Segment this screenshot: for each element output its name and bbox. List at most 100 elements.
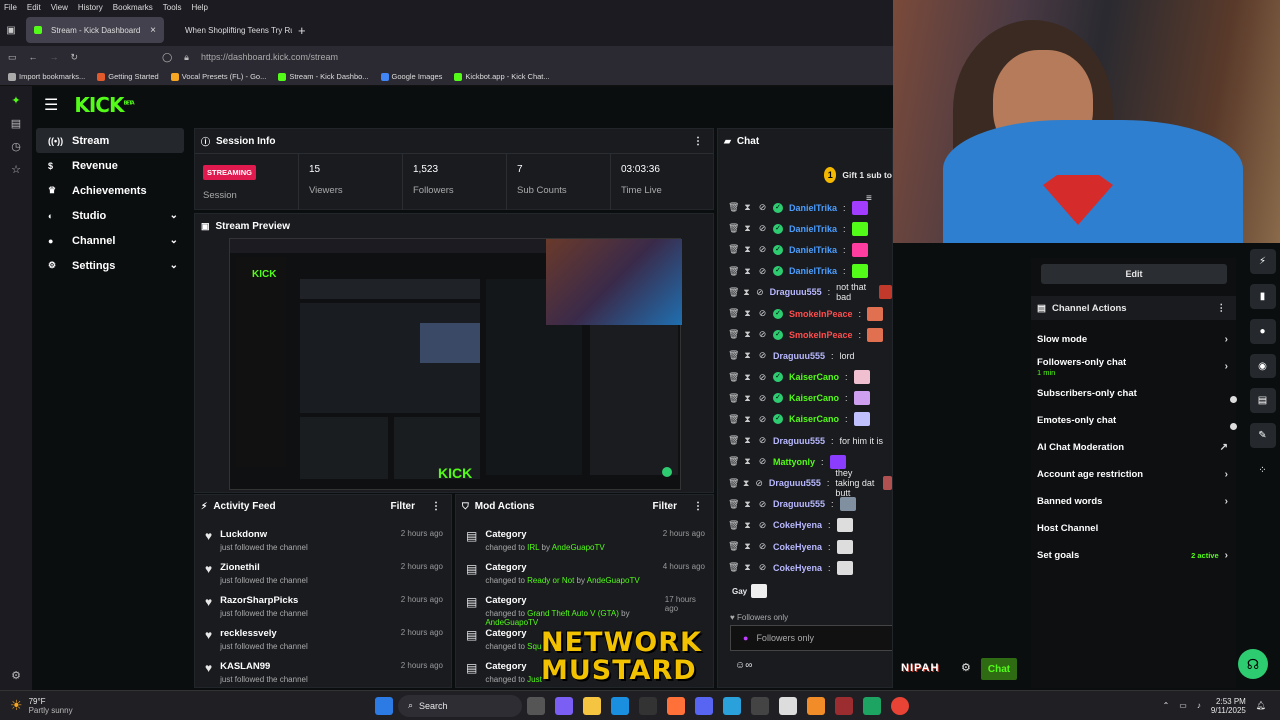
chat-username[interactable]: Mattyonly	[773, 457, 815, 467]
ban-icon[interactable]: ⊘	[758, 520, 767, 531]
trash-icon[interactable]: 🗑︎	[728, 329, 739, 340]
app-icon[interactable]	[863, 696, 881, 715]
bookmark-item[interactable]: Import bookmarks...	[8, 72, 85, 81]
quick-actions-icon[interactable]: ⚡︎	[1249, 249, 1276, 274]
gift-banner[interactable]: 1 Gift 1 sub to	[718, 153, 892, 197]
mod-user[interactable]: AndeGuapoTV	[485, 618, 538, 627]
chat-username[interactable]: CokeHyena	[773, 563, 822, 573]
network-icon[interactable]: ▭	[1179, 701, 1187, 710]
start-icon[interactable]	[375, 696, 393, 715]
notification-icon[interactable]: 🔔︎	[1256, 701, 1266, 710]
ban-icon[interactable]: ⊘	[758, 372, 767, 383]
chat-username[interactable]: SmokeInPeace	[789, 330, 853, 340]
customize-icon[interactable]: ⚙	[11, 669, 21, 682]
nav-item-achievements[interactable]: ♛ Achievements	[36, 178, 184, 203]
close-tab-icon[interactable]: ×	[150, 25, 156, 36]
chat-username[interactable]: Draguuu555	[770, 287, 822, 297]
bookmark-star-icon[interactable]: ☆	[11, 163, 21, 176]
ban-icon[interactable]: ⊘	[758, 393, 767, 404]
trash-icon[interactable]: 🗑︎	[728, 456, 739, 467]
new-tab-icon[interactable]: +	[298, 23, 306, 38]
menu-item-file[interactable]: File	[4, 3, 17, 12]
chat-username[interactable]: SmokeInPeace	[789, 309, 853, 319]
menu-item-help[interactable]: Help	[191, 3, 207, 12]
app-icon[interactable]	[751, 696, 769, 715]
trash-icon[interactable]: 🗑︎	[728, 350, 739, 361]
nav-item-stream[interactable]: ((•)) Stream	[36, 128, 184, 153]
taskbar-search[interactable]: ⌕ Search	[398, 694, 522, 717]
timeout-icon[interactable]: ⧗	[743, 308, 752, 319]
ban-icon[interactable]: ⊘	[758, 414, 767, 425]
activity-user[interactable]: RazorSharpPicks	[220, 595, 308, 606]
chevron-up-icon[interactable]: ⌃	[1163, 701, 1170, 710]
ban-icon[interactable]: ⊘	[758, 435, 767, 446]
ban-icon[interactable]: ⊘	[758, 223, 767, 234]
timeout-icon[interactable]: ⧗	[743, 499, 752, 510]
timeout-icon[interactable]: ⧗	[743, 329, 752, 340]
activity-filter-button[interactable]: Filter	[391, 501, 415, 512]
chat-icon[interactable]: ●	[1249, 318, 1276, 344]
menu-item-bookmarks[interactable]: Bookmarks	[113, 3, 153, 12]
chat-username[interactable]: CokeHyena	[773, 542, 822, 552]
mod-target[interactable]: Just	[527, 675, 542, 684]
timeout-icon[interactable]: ⧗	[743, 435, 752, 446]
channel-action-set-goals[interactable]: Set goals 2 active ›	[1031, 542, 1236, 569]
layout-icon[interactable]: ▤	[1249, 388, 1276, 414]
timeout-icon[interactable]: ⧗	[743, 202, 752, 213]
timeout-icon[interactable]: ⧗	[743, 223, 752, 234]
channel-action-host-channel[interactable]: Host Channel	[1031, 515, 1236, 542]
chat-username[interactable]: Draguuu555	[773, 499, 825, 509]
nav-item-studio[interactable]: ◐ Studio ⌄	[36, 203, 184, 228]
mod-user[interactable]: AndeGuapoTV	[552, 543, 605, 552]
chat-username[interactable]: KaiserCano	[789, 414, 839, 424]
timeout-icon[interactable]: ⧗	[743, 244, 752, 255]
ban-icon[interactable]: ⊘	[758, 456, 767, 467]
chat-username[interactable]: DanielTrika	[789, 203, 837, 213]
chat-username[interactable]: DanielTrika	[789, 224, 837, 234]
trash-icon[interactable]: 🗑︎	[728, 414, 739, 425]
timeout-icon[interactable]: ⧗	[743, 287, 750, 298]
chrome-icon[interactable]	[891, 696, 909, 715]
clock[interactable]: 2:53 PM 9/11/2025	[1211, 697, 1246, 715]
timeout-icon[interactable]: ⧗	[743, 414, 752, 425]
timeout-icon[interactable]: ⧗	[743, 562, 752, 573]
obs-icon[interactable]	[779, 696, 797, 715]
ban-icon[interactable]: ⊘	[756, 287, 764, 298]
synced-tabs-icon[interactable]: ▤	[11, 117, 21, 130]
menu-item-tools[interactable]: Tools	[163, 3, 182, 12]
ban-icon[interactable]: ⊘	[758, 499, 767, 510]
discord-icon[interactable]	[695, 696, 713, 715]
bookmark-item[interactable]: Google Images	[380, 72, 442, 81]
nav-item-settings[interactable]: ⚙ Settings ⌄	[36, 253, 184, 278]
more-icon[interactable]: ⋮	[1217, 303, 1227, 314]
channel-action-subscribers-only-chat[interactable]: Subscribers-only chat	[1031, 380, 1236, 407]
wrench-icon[interactable]: ✎	[1249, 423, 1276, 449]
reload-icon[interactable]: ↻	[71, 52, 79, 63]
timeout-icon[interactable]: ⧗	[743, 372, 752, 383]
grid-icon[interactable]: ⁘	[1250, 458, 1276, 483]
chat-username[interactable]: CokeHyena	[773, 520, 822, 530]
mod-user[interactable]: AndeGuapoTV	[587, 576, 640, 585]
ban-icon[interactable]: ⊘	[758, 350, 767, 361]
timeout-icon[interactable]: ⧗	[743, 456, 752, 467]
sidebar-toggle-icon[interactable]: ▭	[8, 52, 17, 63]
channel-action-followers-only-chat[interactable]: Followers-only chat 1 min ›	[1031, 353, 1236, 380]
edit-button[interactable]: Edit	[1041, 264, 1227, 284]
channel-action-slow-mode[interactable]: Slow mode ›	[1031, 326, 1236, 353]
trash-icon[interactable]: 🗑︎	[728, 372, 739, 383]
trash-icon[interactable]: 🗑︎	[728, 435, 739, 446]
pause-scroll-icon[interactable]: ≡	[866, 193, 872, 204]
menu-item-history[interactable]: History	[78, 3, 103, 12]
timeout-icon[interactable]: ⧗	[743, 520, 752, 531]
nav-item-revenue[interactable]: $ Revenue	[36, 153, 184, 178]
chat-username[interactable]: Draguuu555	[769, 478, 821, 488]
chat-send-button[interactable]: Chat	[981, 658, 1017, 680]
trash-icon[interactable]: 🗑︎	[728, 520, 739, 531]
notes-icon[interactable]: ▮	[1249, 283, 1276, 309]
address-input[interactable]: https://dashboard.kick.com/stream	[201, 52, 338, 62]
mod-target[interactable]: Grand Theft Auto V (GTA)	[527, 609, 619, 618]
trash-icon[interactable]: 🗑︎	[728, 499, 739, 510]
timeout-icon[interactable]: ⧗	[743, 541, 752, 552]
chat-settings-icon[interactable]: ⚙	[961, 661, 971, 674]
channel-action-account-age-restriction[interactable]: Account age restriction ›	[1031, 461, 1236, 488]
